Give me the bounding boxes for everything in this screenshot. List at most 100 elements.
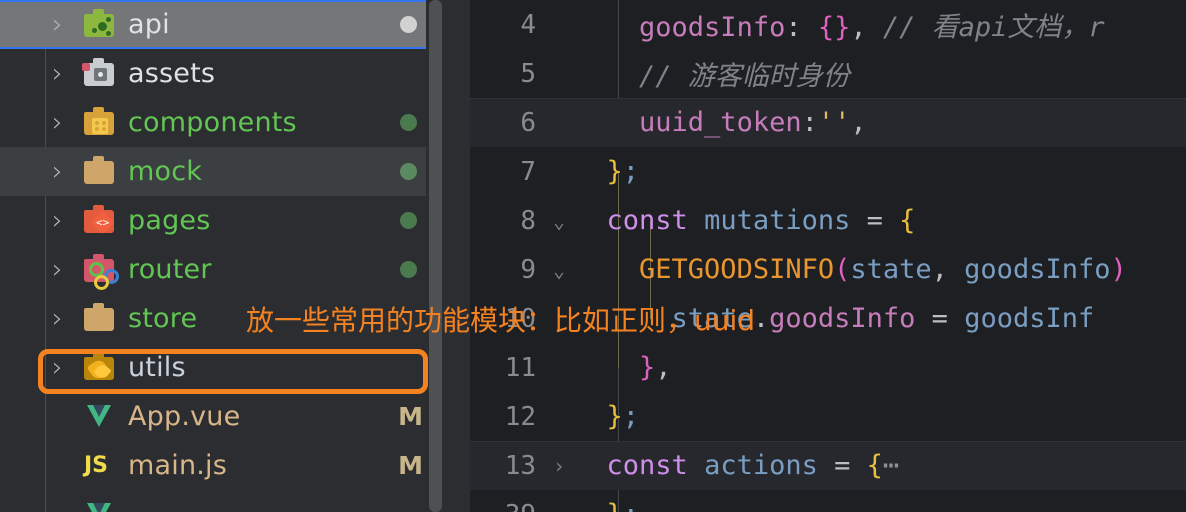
code-text: const mutations = { <box>574 205 916 236</box>
tree-item-components[interactable]: › components <box>0 98 445 147</box>
code-token: } <box>606 156 623 187</box>
tree-item-label: utils <box>128 352 186 383</box>
folder-plain-icon <box>82 155 116 189</box>
tree-item-assets[interactable]: › assets <box>0 49 445 98</box>
code-token: : <box>801 107 818 138</box>
vcs-status-dot <box>400 212 417 229</box>
folder-assets-icon <box>82 57 116 91</box>
tree-item-partial[interactable] <box>0 490 445 512</box>
expand-chevron-icon[interactable]: › <box>52 11 82 38</box>
code-editor[interactable]: 4 goodsInfo: {}, // 看api文档，r 5 // 游客临时身份 6… <box>470 0 1186 512</box>
expand-chevron-icon[interactable]: › <box>52 207 82 234</box>
line-number: 4 <box>520 9 536 40</box>
code-text: }; <box>574 499 640 512</box>
tree-item-mock[interactable]: › mock <box>0 147 445 196</box>
code-token: ( <box>834 254 851 285</box>
project-tree-scrollbar-track[interactable] <box>426 0 445 512</box>
code-line-6[interactable]: 6 uuid_token:'', <box>470 98 1186 147</box>
expand-chevron-icon[interactable]: › <box>52 256 82 283</box>
folder-api-icon <box>82 8 116 42</box>
code-line-5[interactable]: 5 // 游客临时身份 <box>470 49 1186 98</box>
vcs-modified-marker: M <box>398 451 423 480</box>
code-token: actions <box>704 450 818 481</box>
tree-item-label: components <box>128 107 297 138</box>
tree-item-router[interactable]: › router <box>0 245 445 294</box>
code-text: state.goodsInfo = goodsInf <box>574 303 1095 334</box>
code-token: ⋯ <box>882 450 900 481</box>
code-fold-icon[interactable]: › <box>544 456 574 476</box>
expand-chevron-icon[interactable]: › <box>52 158 82 185</box>
vcs-status-dot <box>400 16 417 33</box>
project-tree-panel: › api › assets › components › mock › <> pages › rout… <box>0 0 445 512</box>
code-token: , <box>931 254 965 285</box>
code-token: {} <box>817 12 851 43</box>
tree-item-app-vue[interactable]: App.vue M <box>0 392 445 441</box>
code-line-39[interactable]: 39 }; <box>470 490 1186 512</box>
code-token: } <box>607 499 623 512</box>
vue-file-icon <box>82 498 116 512</box>
vue-file-icon <box>82 400 116 434</box>
line-number: 39 <box>470 500 544 512</box>
code-token: : <box>785 12 818 43</box>
ide-screenshot: › api › assets › components › mock › <> pages › rout… <box>0 0 1186 512</box>
tree-item-label: assets <box>128 58 216 89</box>
code-line-7[interactable]: 7 }; <box>470 147 1186 196</box>
code-line-11[interactable]: 11 }, <box>470 343 1186 392</box>
tree-item-label: store <box>128 303 198 334</box>
sidebar-splitter[interactable] <box>445 0 470 512</box>
line-number: 10 <box>504 303 536 334</box>
expand-chevron-icon[interactable]: › <box>52 305 82 332</box>
code-token: '' <box>817 107 851 138</box>
code-token: uuid_token <box>639 107 802 138</box>
code-token: } <box>639 352 656 383</box>
code-token: state <box>850 254 932 285</box>
code-token: = <box>915 303 965 334</box>
code-token: goodsInfo <box>769 303 916 334</box>
code-token: ; <box>622 156 640 187</box>
folder-router-icon <box>82 253 119 290</box>
line-number: 13 <box>504 450 536 481</box>
code-fold-icon[interactable]: ⌄ <box>544 211 574 231</box>
code-token: , <box>850 12 883 43</box>
code-fold-icon[interactable]: ⌄ <box>544 260 574 280</box>
tree-item-label: main.js <box>128 450 228 481</box>
line-number: 9 <box>520 254 536 285</box>
code-token: { <box>866 450 883 481</box>
tree-item-label: router <box>128 254 212 285</box>
code-token: , <box>655 352 672 383</box>
code-line-13[interactable]: 13 › const actions = {⋯ <box>470 441 1186 490</box>
line-number: 12 <box>504 401 536 432</box>
code-line-12[interactable]: 12 }; <box>470 392 1186 441</box>
code-token: state <box>671 303 753 334</box>
code-text: goodsInfo: {}, // 看api文档，r <box>574 5 1105 44</box>
code-line-10[interactable]: 10 state.goodsInfo = goodsInf <box>470 294 1186 343</box>
code-token: ) <box>1110 254 1127 285</box>
tree-item-label: api <box>128 9 170 40</box>
code-lines: 4 goodsInfo: {}, // 看api文档，r 5 // 游客临时身份 6… <box>470 0 1186 512</box>
code-text: GETGOODSINFO(state, goodsInfo) <box>574 254 1127 285</box>
project-tree-scrollbar-thumb[interactable] <box>429 0 442 512</box>
code-line-4[interactable]: 4 goodsInfo: {}, // 看api文档，r <box>470 0 1186 49</box>
tree-item-main-js[interactable]: JS main.js M <box>0 441 445 490</box>
tree-item-pages[interactable]: › <> pages <box>0 196 445 245</box>
code-line-9[interactable]: 9 ⌄ GETGOODSINFO(state, goodsInfo) <box>470 245 1186 294</box>
expand-chevron-icon[interactable]: › <box>52 109 82 136</box>
expand-chevron-icon[interactable]: › <box>52 354 82 381</box>
tree-item-utils[interactable]: › utils <box>0 343 445 392</box>
tree-item-api[interactable]: › api <box>0 0 445 49</box>
code-text: }, <box>574 352 672 383</box>
tree-item-store[interactable]: › store <box>0 294 445 343</box>
code-token: const <box>606 450 688 481</box>
expand-chevron-icon[interactable]: › <box>52 60 82 87</box>
code-token: // 游客临时身份 <box>639 61 850 92</box>
folder-plain-icon <box>82 302 116 336</box>
code-line-8[interactable]: 8 ⌄ const mutations = { <box>470 196 1186 245</box>
vcs-modified-marker: M <box>398 402 423 431</box>
